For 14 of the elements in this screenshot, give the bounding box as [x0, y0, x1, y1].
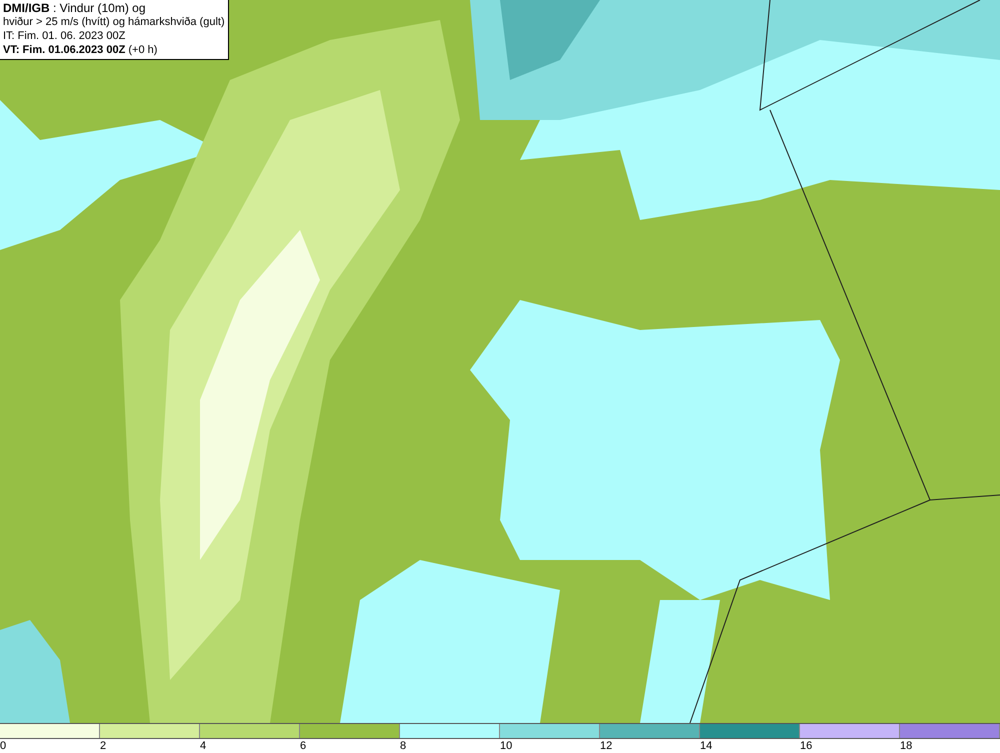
map-info-line: IT: Fim. 01. 06. 2023 00Z [3, 29, 126, 43]
legend-label: 2 [100, 739, 108, 753]
legend-label: 6 [300, 739, 308, 753]
map-info-line: hviður > 25 m/s (hvítt) og hámarkshviða (gult) [3, 15, 225, 29]
legend-label: 0 [0, 739, 8, 753]
legend-label: 10 [500, 739, 514, 753]
map-info-line: DMI/IGB : Vindur (10m) og [3, 1, 146, 15]
legend-label: 12 [600, 739, 614, 753]
legend-label: 16 [800, 739, 814, 753]
map-info-line: VT: Fim. 01.06.2023 00Z (+0 h) [3, 43, 158, 57]
legend-label: 8 [400, 739, 408, 753]
legend-label: 18 [900, 739, 914, 753]
legend-label: 4 [200, 739, 208, 753]
legend-label: 14 [700, 739, 714, 753]
